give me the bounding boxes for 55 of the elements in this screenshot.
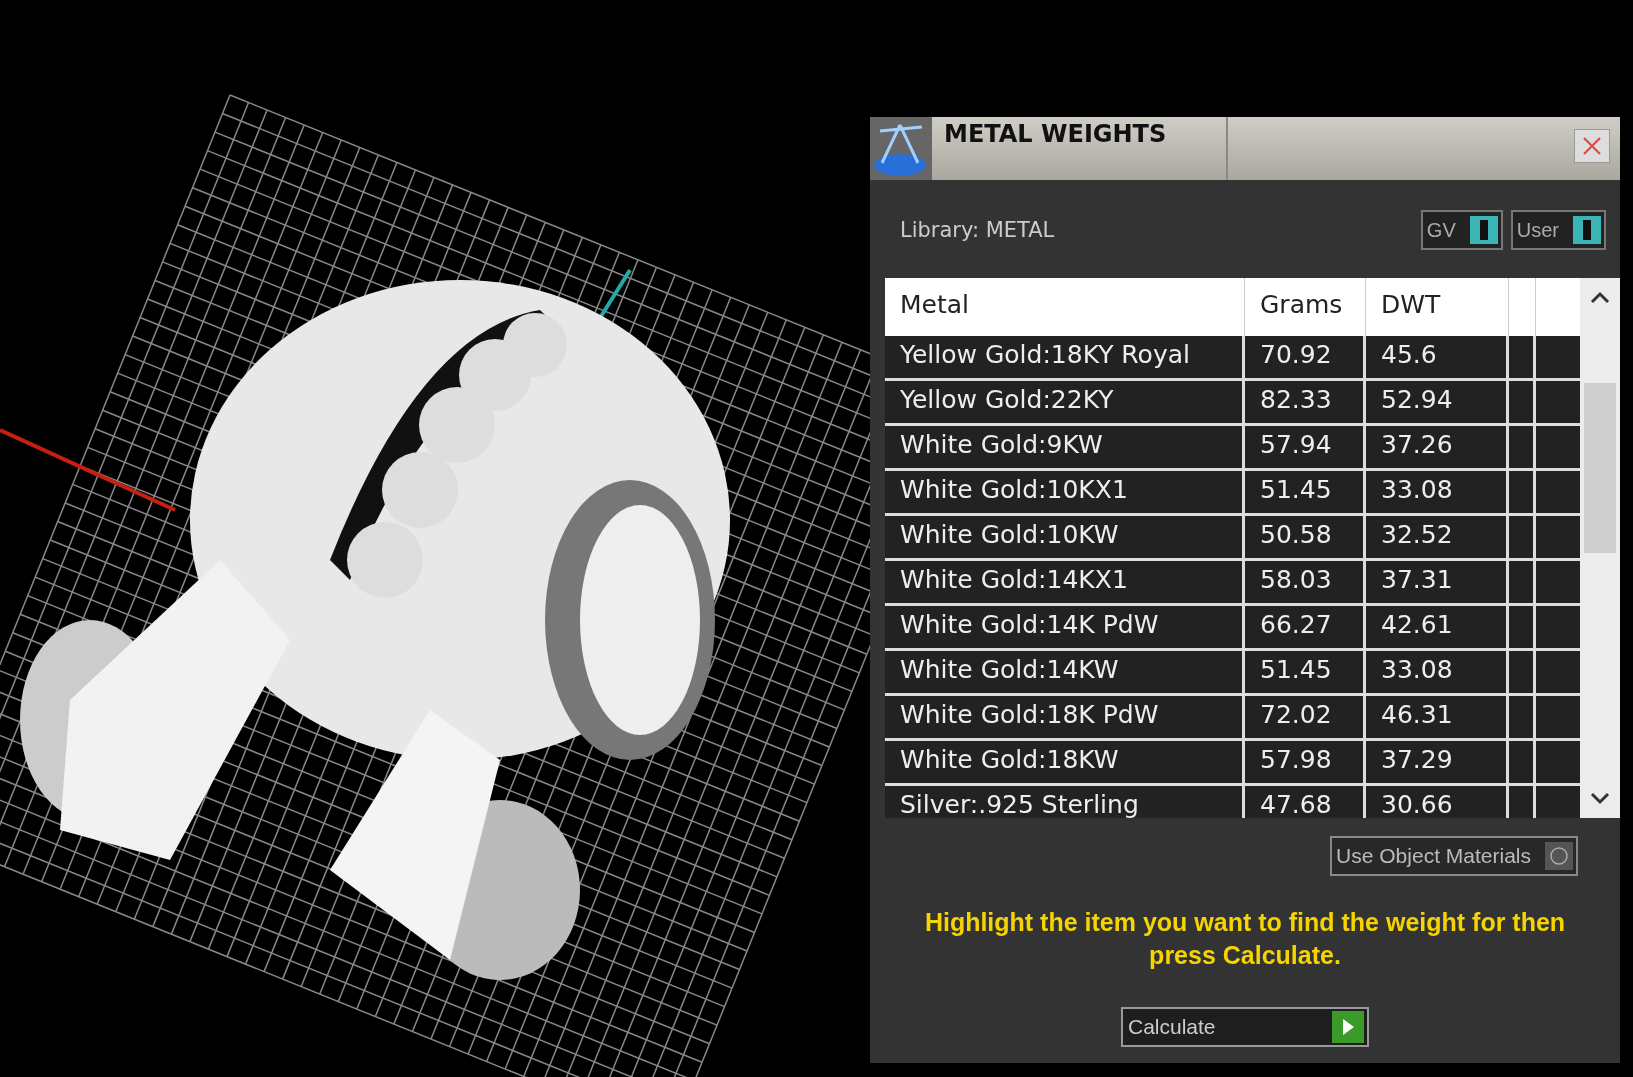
table-cell[interactable]: 42.61 (1366, 606, 1509, 648)
table-cell[interactable]: 45.6 (1366, 336, 1509, 378)
bar-icon (1479, 220, 1488, 240)
table-cell[interactable]: Yellow Gold:18KY Royal (885, 336, 1245, 378)
table-cell[interactable]: 52.94 (1366, 381, 1509, 423)
table-cell[interactable]: 72.02 (1245, 696, 1366, 738)
toggle-knob[interactable] (1573, 216, 1601, 244)
circle-icon (1549, 846, 1569, 866)
toggle-knob[interactable] (1545, 842, 1573, 870)
table-cell[interactable]: 70.92 (1245, 336, 1366, 378)
table-cell[interactable]: White Gold:14K PdW (885, 606, 1245, 648)
close-icon (1582, 136, 1602, 156)
column-header[interactable]: DWT (1366, 278, 1509, 336)
scrollbar[interactable] (1580, 278, 1620, 818)
close-button[interactable] (1574, 129, 1610, 163)
table-cell[interactable]: White Gold:18K PdW (885, 696, 1245, 738)
table-cell[interactable]: 46.31 (1366, 696, 1509, 738)
table-cell[interactable]: 37.29 (1366, 741, 1509, 783)
table-cell[interactable]: 57.94 (1245, 426, 1366, 468)
scrollbar-thumb[interactable] (1584, 383, 1617, 553)
table-cell[interactable]: 33.08 (1366, 471, 1509, 513)
column-header[interactable]: Metal (885, 278, 1245, 336)
table-cell[interactable]: 37.31 (1366, 561, 1509, 603)
table-cell[interactable]: 66.27 (1245, 606, 1366, 648)
table-cell[interactable]: 32.52 (1366, 516, 1509, 558)
table-cell[interactable]: Silver:.925 Sterling (885, 786, 1245, 818)
table-cell[interactable]: White Gold:14KW (885, 651, 1245, 693)
table-cell[interactable]: White Gold:9KW (885, 426, 1245, 468)
toggle-switch[interactable]: User (1510, 210, 1606, 250)
table-cell[interactable]: 30.66 (1366, 786, 1509, 818)
hint-text: Highlight the item you want to find the weight for then press Calculate. (923, 907, 1567, 971)
table-cell[interactable]: 51.45 (1245, 471, 1366, 513)
table-cell[interactable]: 57.98 (1245, 741, 1366, 783)
toggle-switch[interactable]: Use Object Materials (1330, 836, 1578, 876)
table-cell[interactable]: White Gold:10KX1 (885, 471, 1245, 513)
bar-icon (1583, 220, 1591, 240)
table-cell[interactable]: 33.08 (1366, 651, 1509, 693)
toggle-switch[interactable]: GV (1420, 210, 1503, 250)
table-cell[interactable]: 58.03 (1245, 561, 1366, 603)
toggle-knob[interactable] (1469, 216, 1498, 244)
calculate-button[interactable]: Calculate (1121, 1007, 1369, 1047)
column-header[interactable]: Grams (1245, 278, 1366, 336)
table-cell[interactable]: 82.33 (1245, 381, 1366, 423)
play-icon (1340, 1017, 1356, 1037)
table-cell[interactable]: Yellow Gold:22KY (885, 381, 1245, 423)
library-label: Library: METAL (900, 218, 1056, 242)
scale-icon (870, 117, 932, 180)
table-cell[interactable]: 50.58 (1245, 516, 1366, 558)
table-cell[interactable]: 47.68 (1245, 786, 1366, 818)
table-cell[interactable]: 51.45 (1245, 651, 1366, 693)
table-cell[interactable]: White Gold:18KW (885, 741, 1245, 783)
window-title: METAL WEIGHTS (932, 117, 1228, 180)
table-cell[interactable]: White Gold:14KX1 (885, 561, 1245, 603)
table-cell[interactable]: 37.26 (1366, 426, 1509, 468)
table-cell[interactable]: White Gold:10KW (885, 516, 1245, 558)
